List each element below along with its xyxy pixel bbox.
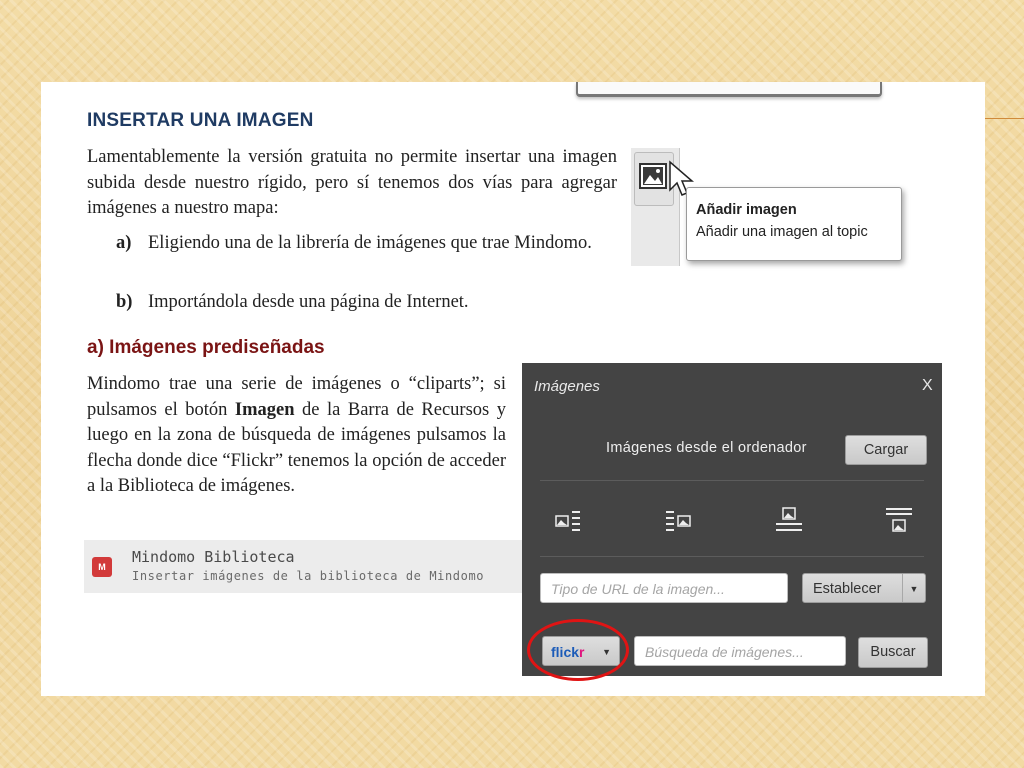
picture-icon (639, 163, 667, 189)
mindomo-icon: M (92, 557, 112, 577)
library-option[interactable]: M Mindomo Biblioteca Insertar imágenes d… (84, 540, 524, 593)
section-heading: INSERTAR UNA IMAGEN (87, 110, 314, 131)
image-url-input[interactable]: Tipo de URL de la imagen... (540, 573, 788, 603)
divider (540, 480, 924, 481)
divider (540, 556, 924, 557)
subsection-heading: a) Imágenes prediseñadas (87, 337, 325, 358)
paragraph-bold: Imagen (234, 399, 295, 420)
tooltip-description: Añadir una imagen al topic (696, 224, 868, 240)
list-text: Importándola desde una página de Interne… (148, 292, 469, 312)
library-title: Mindomo Biblioteca (132, 548, 295, 566)
intro-paragraph: Lamentablemente la versión gratuita no p… (87, 147, 617, 218)
list-item-a: a) Eligiendo una de la librería de imáge… (116, 231, 616, 257)
search-button[interactable]: Buscar (858, 637, 928, 668)
slide-accent-line (984, 118, 1024, 119)
image-right-icon[interactable] (664, 506, 694, 536)
previous-screenshot-edge (576, 82, 882, 97)
close-icon[interactable]: X (922, 377, 933, 395)
tooltip-title: Añadir imagen (696, 202, 797, 218)
image-search-input[interactable]: Búsqueda de imágenes... (634, 636, 846, 666)
cliparts-paragraph: Mindomo trae una serie de imágenes o “cl… (87, 372, 506, 500)
upload-label: Imágenes desde el ordenador (606, 440, 807, 456)
upload-button[interactable]: Cargar (845, 435, 927, 465)
image-top-icon[interactable] (774, 506, 804, 536)
set-url-button[interactable]: Establecer ▼ (802, 573, 926, 603)
list-item-b: b) Importándola desde una página de Inte… (116, 290, 616, 316)
chevron-down-icon[interactable]: ▼ (902, 574, 925, 602)
list-text: Eligiendo una de la librería de imágenes… (148, 233, 592, 253)
library-subtitle: Insertar imágenes de la biblioteca de Mi… (132, 569, 485, 583)
image-bottom-icon[interactable] (884, 506, 914, 536)
set-url-label: Establecer (813, 581, 882, 597)
dialog-title: Imágenes (534, 378, 600, 395)
list-marker: b) (116, 292, 133, 312)
highlight-ring (527, 619, 629, 681)
list-marker: a) (116, 233, 132, 253)
tooltip: Añadir imagen Añadir una imagen al topic (686, 187, 902, 261)
image-left-icon[interactable] (554, 506, 584, 536)
